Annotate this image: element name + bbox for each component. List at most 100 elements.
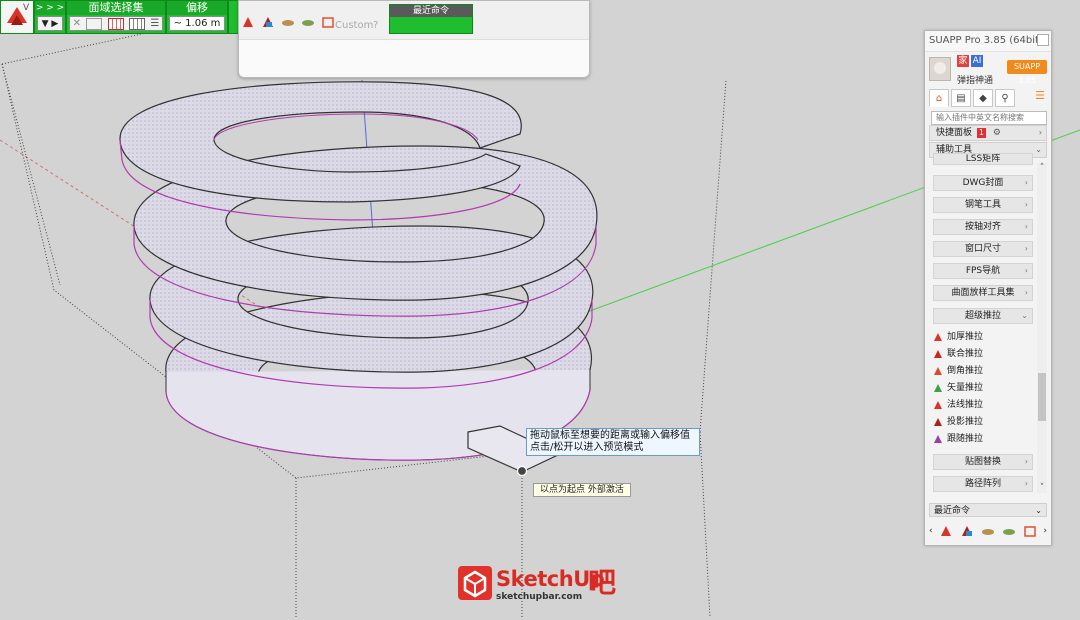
plugin-item[interactable]: LSS矩阵 (933, 153, 1033, 165)
ai-badge[interactable]: AI (971, 55, 983, 67)
gear-icon[interactable]: ⚙ (993, 128, 1001, 138)
nav-arrows-label: > > > (35, 1, 65, 15)
version-badge[interactable]: SUAPP 3.85 (1007, 60, 1047, 85)
chevron-right-icon: › (1024, 222, 1028, 231)
nav-down-button[interactable]: ▼ ▶ (37, 16, 63, 31)
terrain-icon[interactable] (301, 15, 315, 29)
sub-item[interactable]: 联合推拉 (933, 346, 1033, 362)
panel-scrollbar[interactable]: ˄ ˅ (1037, 163, 1047, 493)
panel-tabs: ⌂ ▤ ◆ ⚲ (929, 89, 1015, 109)
plugin-item-label: 按轴对齐 (964, 222, 1001, 232)
plugin-item[interactable]: 曲面放样工具集 › (933, 285, 1033, 301)
tab-paint[interactable]: ◆ (973, 89, 993, 107)
quick-count-badge: 1 (976, 128, 986, 138)
plugin-search[interactable] (931, 111, 1047, 125)
recent-section[interactable]: 最近命令 ⌄ (929, 503, 1047, 517)
clear-icon[interactable]: ✕ (73, 18, 81, 29)
box-icon[interactable] (321, 15, 335, 29)
recent-toolbar-title: 最近命令 (390, 5, 472, 17)
plugin-item-label: 曲面放样工具集 (951, 288, 1015, 298)
face-select-title: 面域选择集 (67, 1, 165, 15)
chevron-right-icon[interactable]: › (1043, 526, 1047, 536)
tab-search[interactable]: ⚲ (995, 89, 1015, 107)
plugin-item[interactable]: 贴图替换 › (933, 454, 1033, 470)
recent-command-toolbar[interactable]: 最近命令 (389, 4, 473, 34)
push-pull-icon[interactable] (939, 524, 953, 538)
sub-item[interactable]: 加厚推拉 (933, 329, 1033, 345)
plugin-item[interactable]: 钢笔工具 › (933, 197, 1033, 213)
extrude-icon[interactable] (960, 524, 974, 538)
chevron-down-icon[interactable]: ˅ (1037, 483, 1047, 493)
surface-icon[interactable] (981, 524, 995, 538)
menu-list-icon[interactable]: ☰ (1033, 89, 1047, 103)
extrude-icon[interactable] (261, 15, 275, 29)
offset-title: 偏移 (167, 1, 227, 15)
push-pull-icon[interactable] (241, 15, 255, 29)
sub-item[interactable]: 法线推拉 (933, 397, 1033, 413)
offset-value-field[interactable]: ~ 1.06 m (169, 16, 225, 31)
chevron-up-icon[interactable]: ˄ (1037, 163, 1047, 173)
box-icon[interactable] (1023, 524, 1037, 538)
select-none-icon[interactable] (86, 17, 103, 30)
sub-item[interactable]: 投影推拉 (933, 414, 1033, 430)
select-grid-icon[interactable] (107, 17, 124, 30)
panel-title: SUAPP Pro 3.85 (64bit) (929, 35, 1043, 46)
close-icon[interactable] (1037, 34, 1049, 46)
panel-header: SUAPP Pro 3.85 (64bit) (925, 31, 1051, 52)
grid-icon[interactable] (129, 17, 146, 30)
sketchup-logo-icon (458, 566, 492, 600)
terrain-icon[interactable] (1002, 524, 1016, 538)
list-icon[interactable]: ☰ (150, 18, 159, 29)
sub-item[interactable]: 跟随推拉 (933, 431, 1033, 447)
model-canvas[interactable] (0, 0, 1080, 618)
plugin-item-label: 窗口尺寸 (964, 244, 1001, 254)
inference-point[interactable] (516, 465, 528, 477)
plugin-item[interactable]: DWG封面 › (933, 175, 1033, 191)
sub-item-label: 法线推拉 (947, 400, 984, 410)
plugin-item-expanded[interactable]: 超级推拉 ⌄ (933, 308, 1033, 324)
plugin-item[interactable]: 窗口尺寸 › (933, 241, 1033, 257)
3d-viewport[interactable] (0, 0, 1080, 618)
recent-label: 最近命令 (934, 506, 971, 516)
helix-coil[interactable] (119, 81, 598, 473)
chevron-right-icon: › (1024, 266, 1028, 275)
push-pull-icon (934, 350, 942, 358)
offset-toolbar[interactable]: 偏移 ~ 1.06 m (166, 0, 228, 34)
home-badge[interactable]: 家 (957, 55, 969, 67)
scrollbar-thumb[interactable] (1038, 373, 1046, 421)
suapp-panel[interactable]: SUAPP Pro 3.85 (64bit) 家 AI 弹指神通 SUAPP 3… (924, 30, 1052, 546)
chevron-left-icon[interactable]: ‹ (929, 526, 933, 536)
quick-panel-section[interactable]: 快捷面板 1 ⚙ › (929, 125, 1047, 141)
avatar[interactable] (929, 57, 951, 81)
push-pull-icon (934, 418, 942, 426)
watermark: SketchUp 吧 sketchupbar.com (458, 566, 620, 610)
push-pull-icon (934, 333, 942, 341)
chevron-right-icon: › (1038, 128, 1042, 137)
chevron-right-icon: › (1024, 178, 1028, 187)
plugin-item-label: DWG封面 (962, 178, 1004, 188)
sub-item[interactable]: 矢量推拉 (933, 380, 1033, 396)
tab-home[interactable]: ⌂ (929, 89, 949, 107)
chevron-right-icon: › (1024, 244, 1028, 253)
plugin-item[interactable]: FPS导航 › (933, 263, 1033, 279)
sub-item[interactable]: 倒角推拉 (933, 363, 1033, 379)
help-icon[interactable]: ? (373, 20, 378, 31)
push-pull-icon (934, 367, 942, 375)
custom-label[interactable]: Custom (335, 20, 373, 31)
search-icon: ⚲ (1001, 92, 1009, 104)
search-input[interactable] (936, 113, 1046, 122)
plugin-item-label: LSS矩阵 (965, 154, 1001, 164)
plugin-item[interactable]: 按轴对齐 › (933, 219, 1033, 235)
nav-toolbar[interactable]: > > > ▼ ▶ (34, 0, 66, 34)
offset-instruction-tooltip: 拖动鼠标至想要的距离或输入偏移值 点击/松开以进入预览模式 (526, 428, 700, 456)
quick-panel-label: 快捷面板 (936, 128, 973, 138)
plugin-item[interactable]: 路径阵列 › (933, 476, 1033, 492)
push-pull-icon (934, 401, 942, 409)
face-select-toolbar[interactable]: 面域选择集 ✕ ☰ (66, 0, 166, 34)
tab-modules[interactable]: ▤ (951, 89, 971, 107)
sub-item-label: 跟随推拉 (947, 434, 984, 444)
suapp-logo-button[interactable]: V (0, 0, 34, 34)
watermark-url: sketchupbar.com (496, 592, 583, 602)
sub-item-label: 投影推拉 (947, 417, 984, 427)
surface-icon[interactable] (281, 15, 295, 29)
